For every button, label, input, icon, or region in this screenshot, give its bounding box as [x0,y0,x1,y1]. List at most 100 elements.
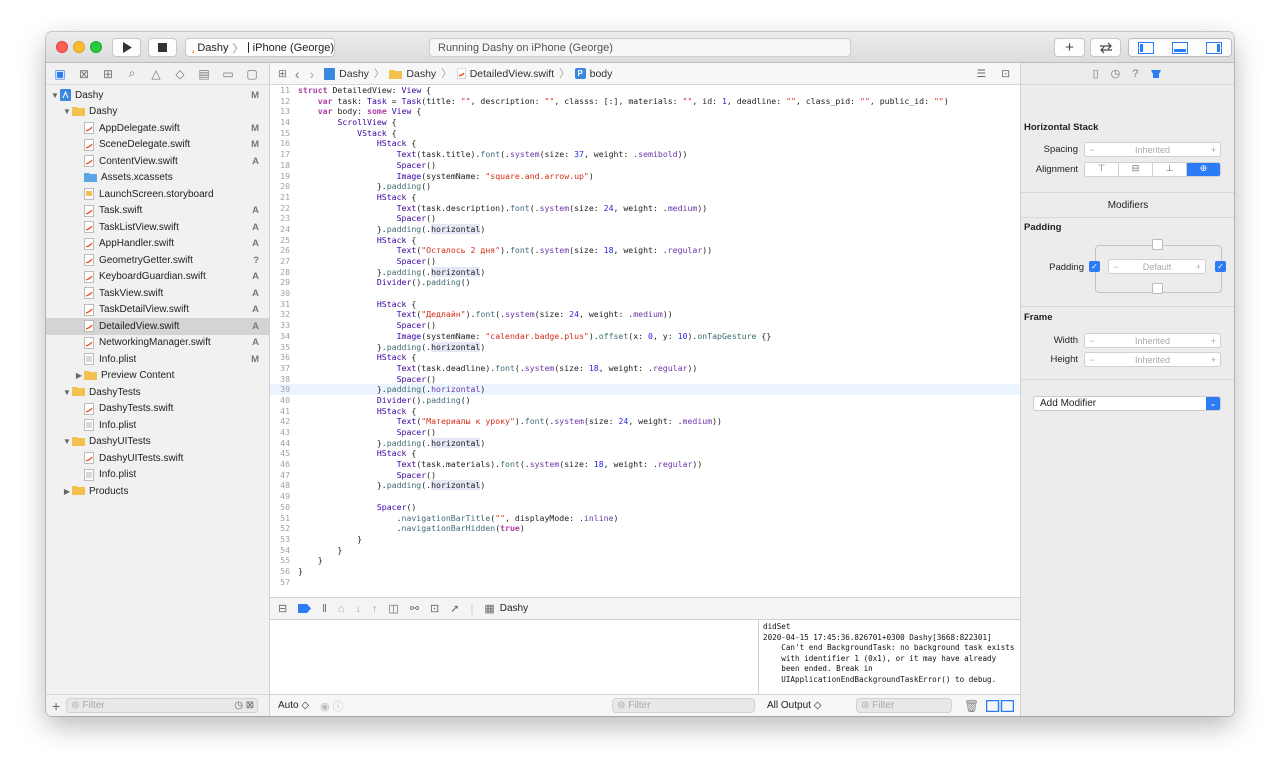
tree-item[interactable]: Info.plist [46,417,269,434]
disclosure-triangle-icon[interactable]: ▼ [62,437,72,446]
editor-options-icon[interactable]: ☰ [977,68,986,80]
find-icon[interactable]: ⌕ [124,66,140,82]
close-window-button[interactable] [56,41,68,53]
code-line[interactable]: 13 var body: some View { [270,106,1020,117]
hide-debug-area-icon[interactable]: ⊟ [278,602,287,615]
console-filter-field[interactable]: ⊜ Filter [856,698,952,713]
disclosure-triangle-icon[interactable]: ▼ [50,91,60,100]
scheme-selector[interactable]: Dashy 〉 iPhone (George) [185,38,335,57]
code-line[interactable]: 16 HStack { [270,138,1020,149]
forward-arrow-icon[interactable]: › [309,66,314,82]
folder-icon[interactable]: ▣ [52,66,68,82]
file-inspector-icon[interactable]: ▯ [1093,67,1099,80]
stop-button[interactable] [148,38,177,57]
navigator-filter-field[interactable]: ⊜ Filter ◷ ⊠ [66,698,259,713]
code-line[interactable]: 38 Spacer() [270,374,1020,385]
disclosure-triangle-icon[interactable]: ▶ [74,371,84,380]
zoom-window-button[interactable] [90,41,102,53]
variables-filter-field[interactable]: ⊜ Filter [612,698,755,713]
view-hierarchy-icon[interactable]: ◫ [388,602,398,615]
code-line[interactable]: 37 Text(task.deadline).font(.system(size… [270,363,1020,374]
inspector-toggle-icon[interactable] [1206,41,1222,54]
disclosure-triangle-icon[interactable]: ▶ [62,487,72,496]
align-baseline-icon[interactable]: ⊕ [1187,163,1220,176]
tree-item[interactable]: TaskView.swift A [46,285,269,302]
padding-leading-checkbox[interactable]: ✓ [1089,261,1100,272]
pause-icon[interactable]: ‖ [322,603,327,615]
tree-item[interactable]: Assets.xcassets [46,170,269,187]
add-editor-icon[interactable]: ⊡ [1001,68,1010,80]
padding-bottom-checkbox[interactable] [1152,283,1163,294]
tree-item[interactable]: DetailedView.swift A [46,318,269,335]
step-into-icon[interactable]: ↓ [355,603,361,615]
add-modifier-popup[interactable]: Add Modifier ⌄ [1033,396,1221,411]
tree-item[interactable]: ▼ DashyTests [46,384,269,401]
debug-area-toggle-icon[interactable] [1172,41,1188,54]
code-line[interactable]: 48 }.padding(.horizontal) [270,480,1020,491]
code-line[interactable]: 25 HStack { [270,235,1020,246]
tree-item[interactable]: ▼ DashyUITests [46,434,269,451]
tree-item[interactable]: ContentView.swift A [46,153,269,170]
code-line[interactable]: 20 }.padding() [270,181,1020,192]
code-line[interactable]: 43 Spacer() [270,427,1020,438]
code-review-button[interactable] [1090,38,1121,57]
add-file-button[interactable]: + [52,698,60,714]
code-line[interactable]: 26 Text("Осталось 2 дня").font(.system(s… [270,245,1020,256]
tree-item[interactable]: DashyUITests.swift [46,450,269,467]
tree-item[interactable]: TaskListView.swift A [46,219,269,236]
code-area[interactable]: 11 struct DetailedView: View {12 var task… [270,85,1020,597]
spacing-stepper[interactable]: − Inherited + [1084,142,1221,157]
tree-item[interactable]: NetworkingManager.swift A [46,335,269,352]
code-line[interactable]: 41 HStack { [270,406,1020,417]
code-line[interactable]: 57 [270,577,1020,588]
tree-item[interactable]: Task.swift A [46,203,269,220]
code-line[interactable]: 28 }.padding(.horizontal) [270,266,1020,278]
code-line[interactable]: 11 struct DetailedView: View { [270,85,1020,96]
tree-item[interactable]: ▶ Preview Content [46,368,269,385]
location-icon[interactable]: ➚ [450,602,459,615]
code-line[interactable]: 22 Text(task.description).font(.system(s… [270,203,1020,214]
console-output[interactable]: didSet 2020-04-15 17:45:36.826701+0300 D… [759,620,1020,694]
code-line[interactable]: 47 Spacer() [270,470,1020,481]
tree-item[interactable]: DashyTests.swift [46,401,269,418]
minimize-window-button[interactable] [73,41,85,53]
tree-item[interactable]: Info.plist [46,467,269,484]
symbol-icon[interactable]: ⊞ [100,66,116,82]
attributes-icon[interactable] [1150,68,1162,80]
code-line[interactable]: 49 [270,491,1020,502]
code-line[interactable]: 30 [270,288,1020,299]
code-line[interactable]: 17 Text(task.title).font(.system(size: 3… [270,149,1020,160]
code-line[interactable]: 23 Spacer() [270,213,1020,224]
alignment-segmented-control[interactable]: ⊤ ⊟ ⊥ ⊕ [1084,162,1221,177]
tree-item[interactable]: TaskDetailView.swift A [46,302,269,319]
debug-icon[interactable]: ▤ [196,66,212,82]
code-line[interactable]: 55 } [270,555,1020,566]
code-line[interactable]: 51 .navigationBarTitle("", displayMode: … [270,513,1020,524]
code-line[interactable]: 35 }.padding(.horizontal) [270,341,1020,353]
padding-stepper[interactable]: − Default + [1108,259,1206,274]
code-line[interactable]: 19 Image(systemName: "square.and.arrow.u… [270,171,1020,182]
tree-item[interactable]: AppDelegate.swift M [46,120,269,137]
code-line[interactable]: 53 } [270,534,1020,545]
code-line[interactable]: 34 Image(systemName: "calendar.badge.plu… [270,331,1020,342]
tree-item[interactable]: GeometryGetter.swift? [46,252,269,269]
tree-item[interactable]: LaunchScreen.storyboard [46,186,269,203]
trash-icon[interactable]: 🗑 [964,699,979,713]
help-icon[interactable]: ? [1132,68,1138,80]
code-line[interactable]: 56} [270,566,1020,577]
console-output-popup[interactable]: All Output ◇ [767,700,821,711]
breakpoints-toggle-icon[interactable] [298,604,312,613]
disclosure-triangle-icon[interactable]: ▼ [62,388,72,397]
run-button[interactable] [112,38,141,57]
code-line[interactable]: 33 Spacer() [270,320,1020,331]
align-bottom-icon[interactable]: ⊥ [1153,163,1187,176]
navigator-toggle-icon[interactable] [1138,41,1154,54]
tree-item[interactable]: ▶ Products [46,483,269,500]
disclosure-triangle-icon[interactable]: ▼ [62,107,72,116]
code-line[interactable]: 18 Spacer() [270,160,1020,171]
source-control-icon[interactable]: ⊠ [76,66,92,82]
warning-icon[interactable]: △ [148,66,164,82]
code-line[interactable]: 21 HStack { [270,192,1020,203]
variables-scope-popup[interactable]: Auto ◇ [278,700,309,711]
code-line[interactable]: 31 HStack { [270,299,1020,310]
